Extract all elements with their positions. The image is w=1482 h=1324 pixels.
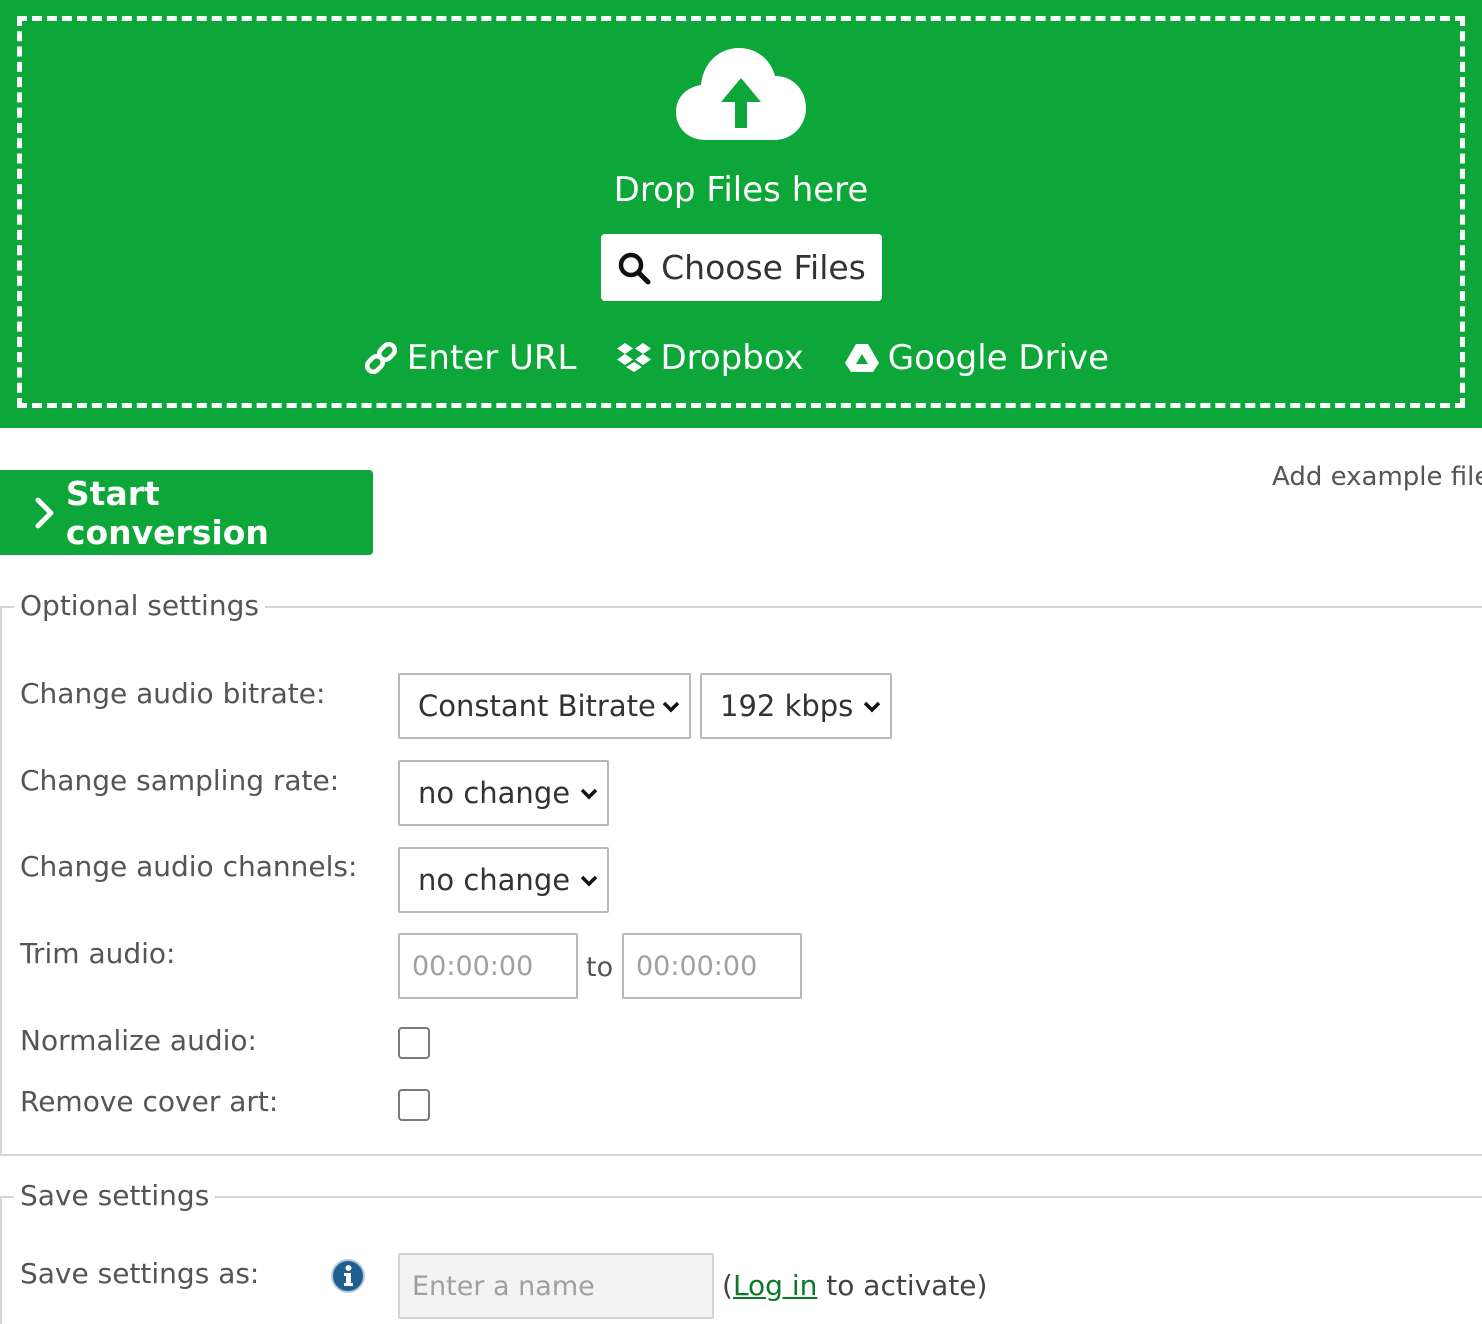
trim-end-input[interactable]: [622, 933, 802, 999]
chevron-right-icon: [35, 497, 54, 528]
save-settings-legend: Save settings: [14, 1172, 216, 1220]
save-settings-as-label: Save settings as:: [20, 1257, 260, 1290]
enter-url-link[interactable]: Enter URL: [363, 338, 577, 378]
audio-converter-page: Drop Files here Choose Files Enter URL D…: [0, 0, 1482, 1324]
audio-bitrate-label: Change audio bitrate:: [20, 677, 326, 710]
bitrate-value-select[interactable]: 192 kbps: [700, 673, 892, 739]
log-in-link[interactable]: Log in: [733, 1269, 817, 1302]
start-conversion-label: Start conversion: [65, 473, 269, 552]
chevron-down-icon: [580, 875, 598, 887]
login-note-open: (: [722, 1269, 733, 1302]
sampling-rate-select[interactable]: no change: [398, 760, 609, 826]
link-icon: [364, 341, 397, 375]
google-drive-link[interactable]: Google Drive: [844, 338, 1109, 378]
dropbox-icon: [617, 343, 652, 372]
upload-sources: Enter URL Dropbox Google Drive: [0, 332, 1482, 384]
choose-files-label: Choose Files: [661, 248, 866, 287]
sampling-rate-label: Change sampling rate:: [20, 764, 340, 797]
drop-files-text: Drop Files here: [613, 170, 869, 210]
audio-channels-select[interactable]: no change: [398, 847, 609, 913]
normalize-audio-label: Normalize audio:: [20, 1024, 257, 1057]
login-note: (Log in to activate): [722, 1266, 987, 1306]
info-icon[interactable]: [330, 1258, 366, 1294]
cloud-upload-icon: [676, 48, 806, 140]
remove-cover-art-checkbox[interactable]: [398, 1089, 430, 1121]
chevron-down-icon: [863, 701, 881, 713]
settings-name-input[interactable]: [398, 1253, 714, 1319]
trim-to-text: to: [586, 952, 614, 983]
bitrate-value: 192 kbps: [720, 689, 854, 723]
enter-url-label: Enter URL: [406, 338, 577, 378]
login-note-rest: to activate): [817, 1269, 988, 1302]
sampling-rate-value: no change: [418, 776, 571, 810]
choose-files-button[interactable]: Choose Files: [601, 234, 882, 301]
normalize-audio-checkbox[interactable]: [398, 1027, 430, 1059]
chevron-down-icon: [662, 701, 680, 713]
start-conversion-button[interactable]: Start conversion: [0, 470, 373, 555]
remove-cover-art-label: Remove cover art:: [20, 1085, 279, 1118]
bitrate-mode-value: Constant Bitrate: [418, 689, 656, 723]
optional-settings-legend: Optional settings: [14, 582, 265, 630]
dropbox-link[interactable]: Dropbox: [616, 338, 804, 378]
add-example-file-link[interactable]: Add example file: [1272, 462, 1482, 492]
dropbox-label: Dropbox: [660, 338, 804, 378]
audio-channels-label: Change audio channels:: [20, 850, 358, 883]
bitrate-mode-select[interactable]: Constant Bitrate: [398, 673, 691, 739]
file-drop-zone[interactable]: Drop Files here Choose Files Enter URL D…: [0, 0, 1482, 428]
trim-start-input[interactable]: [398, 933, 578, 999]
chevron-down-icon: [580, 788, 598, 800]
audio-channels-value: no change: [418, 863, 571, 897]
trim-audio-label: Trim audio:: [20, 937, 176, 970]
google-drive-icon: [844, 344, 879, 372]
google-drive-label: Google Drive: [887, 338, 1110, 378]
search-icon: [618, 252, 651, 284]
